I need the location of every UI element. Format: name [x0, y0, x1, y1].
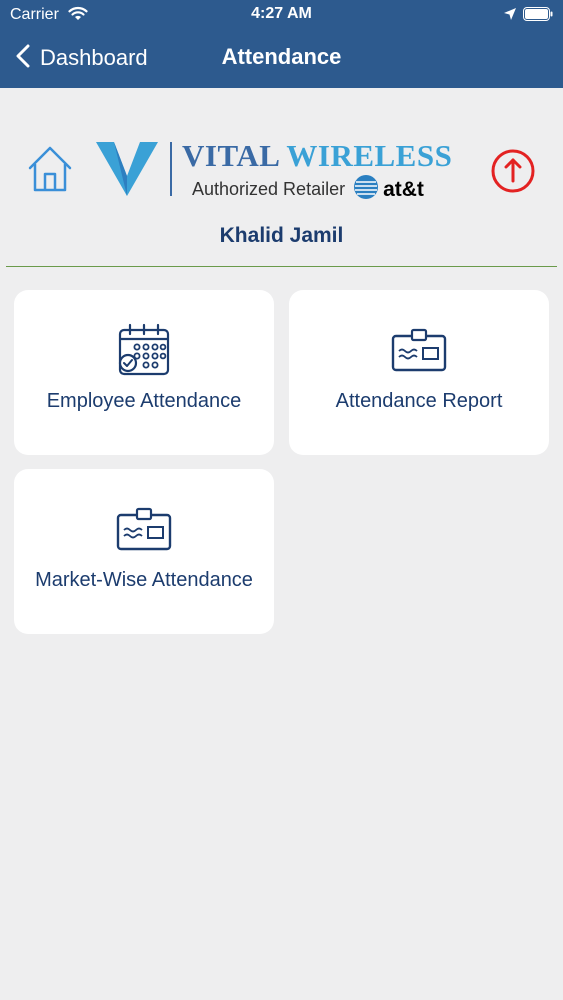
page-title: Attendance	[221, 44, 342, 69]
id-card-icon	[14, 507, 274, 553]
card-label: Employee Attendance	[46, 390, 242, 412]
logo-v-mark-icon	[94, 140, 160, 203]
card-label: Market-Wise Attendance	[35, 569, 253, 591]
card-label: Attendance Report	[335, 390, 503, 412]
logo-brand-text: VITAL WIRELESS	[182, 138, 452, 174]
logo-brand-part1: VITAL	[182, 138, 287, 173]
status-bar: Carrier 4:27 AM	[0, 0, 563, 30]
logo-retailer-text: Authorized Retailer	[192, 179, 346, 199]
battery-icon	[523, 7, 553, 26]
status-time: 4:27 AM	[251, 5, 312, 22]
header-divider	[6, 266, 557, 267]
vital-wireless-logo: VITAL WIRELESS Authorized Retailer at&t	[94, 138, 474, 203]
logout-power-icon[interactable]	[490, 148, 536, 199]
market-wise-attendance-card[interactable]: Market-Wise Attendance	[14, 469, 274, 634]
nav-bar: Dashboard Attendance	[0, 38, 563, 78]
logo-subtitle: Authorized Retailer at&t	[192, 174, 424, 205]
location-arrow-icon	[503, 7, 517, 26]
navigation-header: Carrier 4:27 AM Dashboard Attendance	[0, 0, 563, 88]
attendance-report-card[interactable]: Attendance Report	[289, 290, 549, 455]
logo-brand-part2: WIRELESS	[286, 138, 453, 173]
employee-attendance-card[interactable]: Employee Attendance	[14, 290, 274, 455]
home-icon[interactable]	[26, 144, 74, 199]
logo-divider	[170, 142, 172, 196]
att-logo-text: at&t	[383, 177, 424, 201]
user-name: Khalid Jamil	[219, 224, 344, 247]
att-globe-icon	[353, 174, 379, 205]
calendar-check-icon	[14, 322, 274, 378]
id-card-icon	[289, 328, 549, 374]
